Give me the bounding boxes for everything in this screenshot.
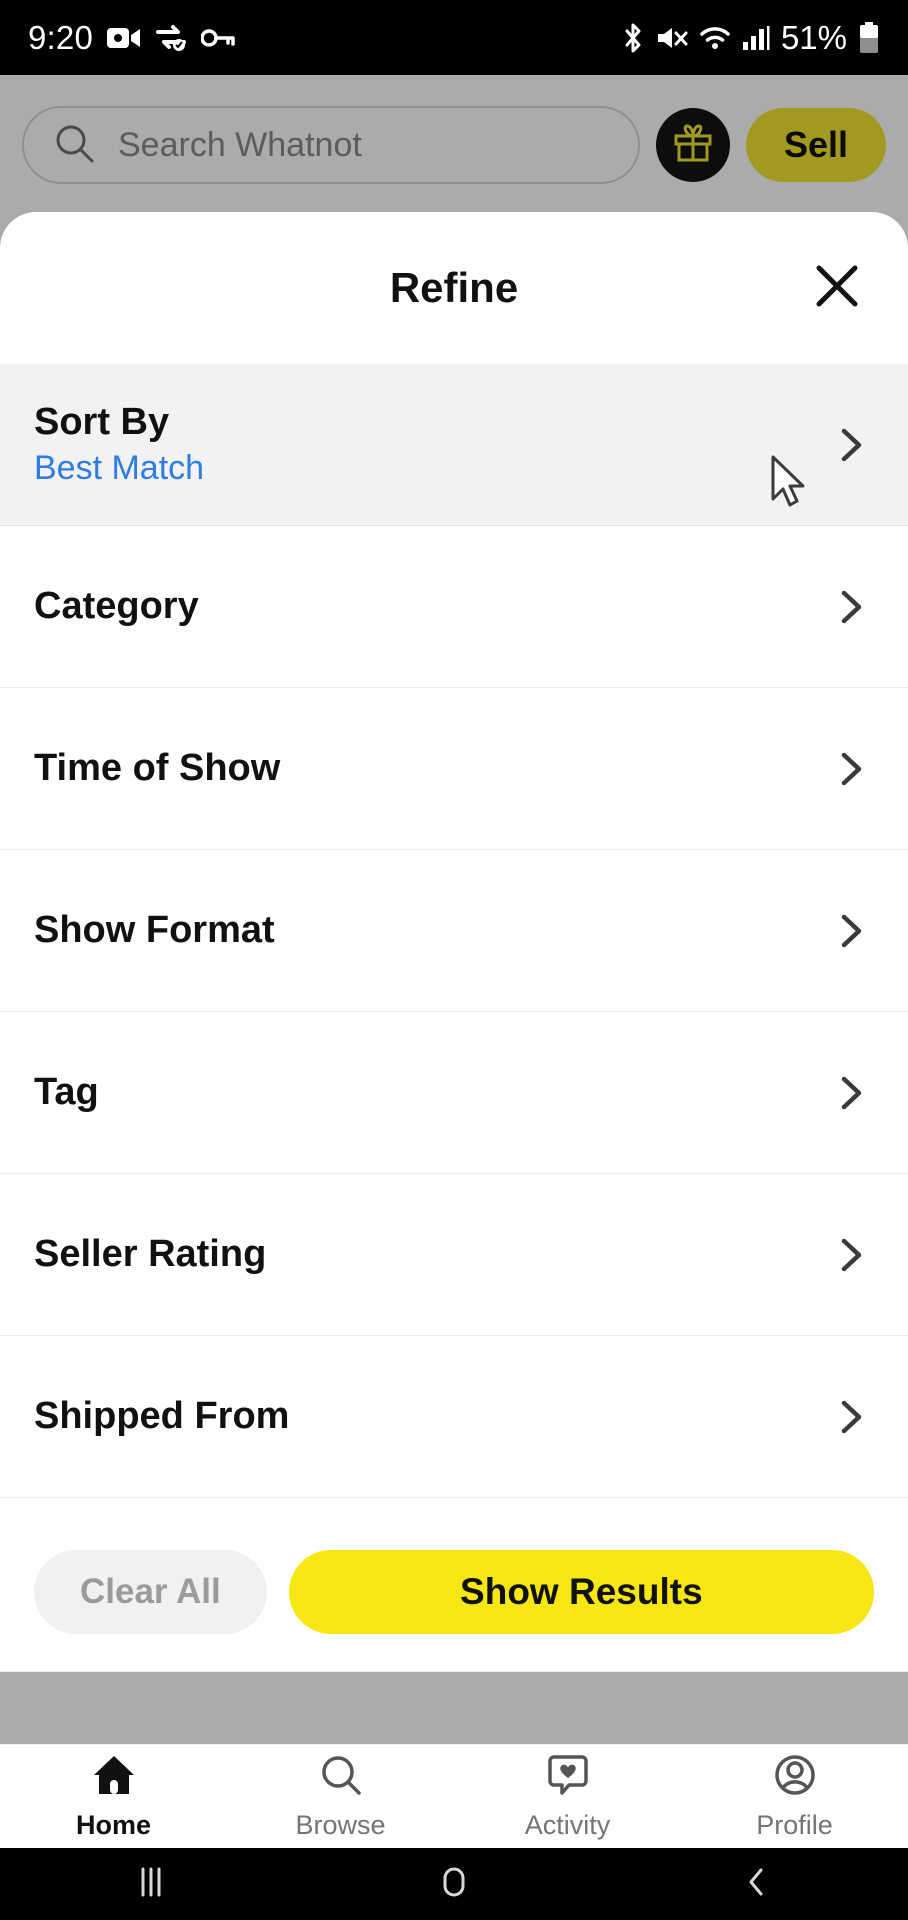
- chevron-right-icon: [828, 1232, 874, 1278]
- battery-percent-label: 51%: [780, 18, 847, 56]
- tab-label: Profile: [756, 1809, 833, 1840]
- android-navigation-bar: [0, 1848, 908, 1920]
- filter-row-texts: Time of Show: [34, 746, 281, 790]
- filter-row-tag[interactable]: Tag: [0, 1012, 908, 1174]
- status-bar-right: 51%: [621, 19, 880, 57]
- chevron-right-icon: [828, 584, 874, 630]
- wifi-icon: [699, 25, 731, 51]
- close-button[interactable]: [808, 259, 866, 317]
- status-bar-clock: 9:20: [28, 18, 94, 56]
- chevron-right-icon: [828, 908, 874, 954]
- filter-row-label: Sort By: [34, 400, 170, 443]
- video-camera-icon: [107, 25, 141, 51]
- tab-label: Home: [75, 1809, 151, 1840]
- back-chevron-icon: [740, 1863, 774, 1906]
- phone-screen: 9:20 51% Search Whatnot Sell Refine Sort…: [0, 0, 908, 1920]
- bottom-tab-bar: Home Browse Activity Profile: [0, 1744, 908, 1848]
- clear-all-button[interactable]: Clear All: [34, 1549, 267, 1634]
- show-results-button[interactable]: Show Results: [288, 1549, 874, 1634]
- filter-row-label: Shipped From: [34, 1394, 290, 1437]
- tab-activity[interactable]: Activity: [454, 1753, 681, 1841]
- chevron-right-icon: [828, 746, 874, 792]
- filter-row-texts: Shipped From: [34, 1394, 290, 1438]
- filter-row-label: Time of Show: [34, 746, 281, 789]
- filter-row-label: Show Format: [34, 908, 275, 951]
- page-title: Refine: [389, 264, 519, 311]
- home-icon: [91, 1753, 137, 1802]
- filter-row-label: Tag: [34, 1070, 99, 1113]
- filter-row-category[interactable]: Category: [0, 526, 908, 688]
- status-bar: 9:20 51%: [0, 0, 908, 75]
- filter-row-label: Category: [34, 584, 199, 627]
- volume-mute-icon: [656, 24, 688, 52]
- cellular-signal-icon: [742, 25, 770, 51]
- filter-row-time-of-show[interactable]: Time of Show: [0, 688, 908, 850]
- chevron-right-icon: [828, 1070, 874, 1116]
- chevron-right-icon: [828, 1394, 874, 1440]
- tab-label: Browse: [295, 1809, 386, 1840]
- filter-row-list: Sort By Best Match Category Time of Show: [0, 364, 908, 1512]
- filter-row-label: Seller Rating: [34, 1232, 267, 1275]
- key-icon: [201, 28, 235, 48]
- filter-row-texts: Category: [34, 584, 199, 628]
- chat-heart-icon: [545, 1753, 591, 1802]
- filter-row-shipped-from[interactable]: Shipped From: [0, 1336, 908, 1498]
- person-circle-icon: [772, 1753, 818, 1802]
- tab-browse[interactable]: Browse: [227, 1753, 454, 1841]
- filter-row-texts: Seller Rating: [34, 1232, 267, 1276]
- filter-row-seller-rating[interactable]: Seller Rating: [0, 1174, 908, 1336]
- status-bar-left: 9:20: [28, 19, 235, 57]
- search-icon: [318, 1753, 364, 1802]
- bluetooth-icon: [621, 22, 645, 54]
- vpn-sync-icon: [155, 24, 187, 52]
- chevron-right-icon: [828, 422, 874, 468]
- filter-row-sort-by[interactable]: Sort By Best Match: [0, 364, 908, 526]
- close-icon: [811, 260, 863, 317]
- home-square-icon: [436, 1863, 472, 1906]
- battery-icon: [858, 21, 880, 54]
- sheet-header: Refine: [0, 212, 908, 364]
- sheet-actions: Clear All Show Results: [0, 1512, 908, 1672]
- tab-home[interactable]: Home: [0, 1753, 227, 1841]
- home-button[interactable]: [303, 1863, 606, 1906]
- tab-profile[interactable]: Profile: [681, 1753, 908, 1841]
- refine-bottom-sheet: Refine Sort By Best Match Category Time …: [0, 212, 908, 1672]
- back-button[interactable]: [605, 1863, 908, 1906]
- filter-row-show-format[interactable]: Show Format: [0, 850, 908, 1012]
- recents-button[interactable]: [0, 1863, 303, 1906]
- recents-icon: [134, 1863, 168, 1906]
- tab-label: Activity: [524, 1809, 611, 1840]
- filter-row-texts: Sort By Best Match: [34, 400, 205, 487]
- filter-row-value: Best Match: [34, 448, 205, 487]
- filter-row-texts: Tag: [34, 1070, 99, 1114]
- filter-row-texts: Show Format: [34, 908, 275, 952]
